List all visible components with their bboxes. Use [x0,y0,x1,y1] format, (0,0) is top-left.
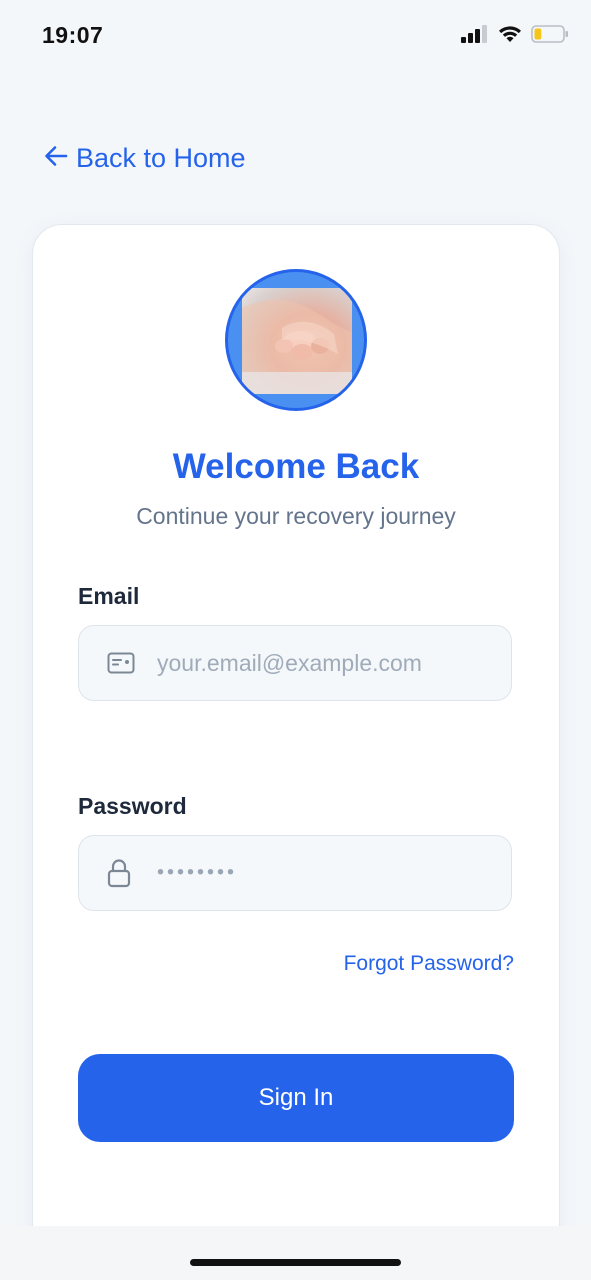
email-label: Email [78,583,140,609]
status-time: 19:07 [42,22,104,48]
forgot-password-link[interactable]: Forgot Password? [344,952,514,976]
login-screen: 19:07 Back to Home Welcome Back Continue… [0,0,591,1280]
app-avatar [225,269,367,411]
page-title: Welcome Back [172,447,420,486]
battery-icon [531,24,569,49]
sign-in-button[interactable]: Sign In [78,1054,514,1142]
arrow-left-icon [44,143,68,174]
status-icons [461,24,569,49]
password-field[interactable]: •••••••• [78,835,512,911]
lock-icon [107,858,131,888]
password-label: Password [78,793,187,819]
battery-level-fill [534,28,542,40]
back-to-home-link[interactable]: Back to Home [44,143,246,174]
back-to-home-label: Back to Home [76,143,246,173]
email-field[interactable] [78,625,512,701]
email-input[interactable] [155,626,493,700]
id-card-icon [107,652,135,674]
status-bar: 19:07 [0,0,591,70]
login-card: Welcome Back Continue your recovery jour… [32,224,560,1266]
page-subtitle: Continue your recovery journey [136,503,456,529]
password-input[interactable]: •••••••• [157,862,237,885]
home-indicator[interactable] [190,1259,401,1266]
cellular-signal-icon [461,25,489,48]
bottom-bar [0,1226,591,1280]
wifi-icon [497,24,523,49]
baby-hand-photo [242,288,352,394]
